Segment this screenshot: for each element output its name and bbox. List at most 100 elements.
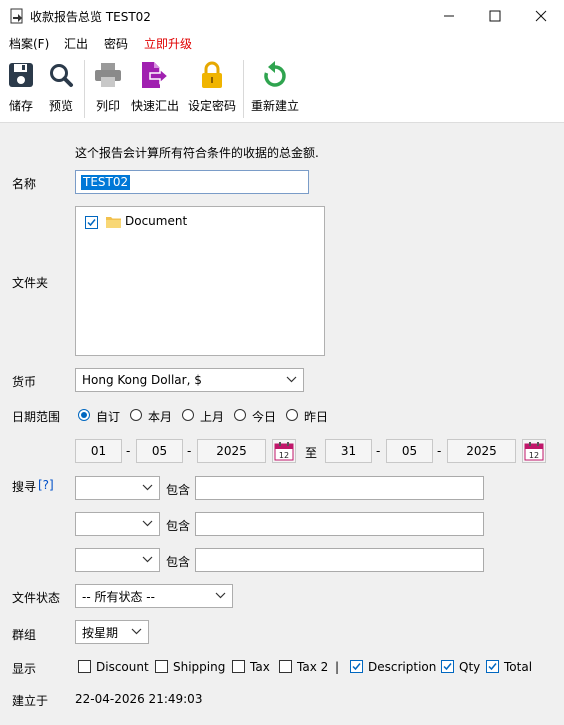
search-label: 搜寻 [12, 480, 37, 494]
to-day-input[interactable]: 31 [325, 439, 372, 463]
minimize-button[interactable] [426, 0, 472, 32]
date-separator: - [126, 444, 131, 458]
display-tax2-checkbox[interactable] [279, 660, 292, 673]
menu-password[interactable]: 密码 [104, 35, 128, 52]
date-option-this-month-label: 本月 [148, 410, 173, 424]
name-input[interactable]: TEST02 [75, 170, 309, 194]
search-field-select-3[interactable] [75, 548, 160, 572]
status-select[interactable]: -- 所有状态 -- [75, 584, 233, 608]
search-text-input-1[interactable] [195, 476, 484, 500]
display-total-checkbox[interactable] [486, 660, 499, 673]
group-select[interactable]: 按星期 [75, 620, 149, 644]
date-separator: - [376, 444, 381, 458]
preview-button[interactable]: 预览 [45, 58, 77, 114]
contains-label: 包含 [166, 519, 191, 533]
chevron-down-icon [142, 484, 153, 491]
created-label: 建立于 [12, 694, 49, 708]
menu-export[interactable]: 汇出 [64, 35, 88, 52]
date-range-label: 日期范围 [12, 410, 61, 424]
magnifier-icon [46, 58, 76, 92]
maximize-button[interactable] [472, 0, 518, 32]
status-value: -- 所有状态 -- [82, 589, 155, 604]
to-year-input[interactable]: 2025 [447, 439, 516, 463]
display-shipping-label: Shipping [173, 660, 226, 674]
group-value: 按星期 [82, 625, 119, 640]
date-option-custom-label: 自订 [96, 410, 121, 424]
name-label: 名称 [12, 177, 37, 191]
search-field-select-1[interactable] [75, 476, 160, 500]
title-bar: 收款报告总览 TEST02 [0, 0, 564, 32]
svg-text:12: 12 [529, 451, 539, 460]
from-month-input[interactable]: 05 [136, 439, 183, 463]
svg-text:12: 12 [279, 451, 289, 460]
set-password-button[interactable]: 设定密码 [186, 58, 238, 114]
display-tax-checkbox[interactable] [232, 660, 245, 673]
date-to-label: 至 [305, 446, 318, 460]
lock-icon [197, 58, 227, 92]
menu-file[interactable]: 档案(F) [9, 35, 49, 52]
quick-export-button[interactable]: 快速汇出 [129, 58, 181, 114]
group-label: 群组 [12, 628, 37, 642]
preview-label: 预览 [48, 99, 73, 113]
date-option-custom-radio[interactable] [78, 409, 90, 421]
search-text-input-3[interactable] [195, 548, 484, 572]
set-password-label: 设定密码 [187, 99, 236, 113]
from-year-input[interactable]: 2025 [197, 439, 266, 463]
display-discount-label: Discount [96, 660, 149, 674]
to-month-input[interactable]: 05 [386, 439, 433, 463]
rebuild-button[interactable]: 重新建立 [249, 58, 301, 114]
from-date-picker-button[interactable]: 12 [272, 439, 296, 463]
date-option-this-month-radio[interactable] [130, 409, 142, 421]
search-field-select-2[interactable] [75, 512, 160, 536]
print-button[interactable]: 列印 [92, 58, 124, 114]
chevron-down-icon [142, 556, 153, 563]
print-label: 列印 [95, 99, 120, 113]
menu-bar: 档案(F) 汇出 密码 立即升级 [0, 32, 564, 54]
close-button[interactable] [518, 0, 564, 32]
display-description-checkbox[interactable] [350, 660, 363, 673]
calendar-icon: 12 [524, 442, 544, 461]
date-option-yesterday-radio[interactable] [286, 409, 298, 421]
folder-checkbox[interactable] [85, 216, 98, 229]
display-total-label: Total [504, 660, 533, 674]
date-option-last-month-label: 上月 [200, 410, 225, 424]
export-icon [140, 58, 170, 92]
save-button[interactable]: 储存 [5, 58, 37, 114]
date-option-last-month-radio[interactable] [182, 409, 194, 421]
chevron-down-icon [286, 376, 297, 383]
toolbar: 储存 预览 列印 快速汇出 设定密码 重新建立 [0, 54, 564, 123]
display-qty-checkbox[interactable] [441, 660, 454, 673]
save-icon [6, 58, 36, 92]
name-input-value: TEST02 [81, 175, 131, 190]
folder-item-label: Document [125, 214, 188, 228]
contains-label: 包含 [166, 483, 191, 497]
folder-icon [106, 215, 121, 231]
display-tax-label: Tax [250, 660, 270, 674]
report-description: 这个报告会计算所有符合条件的收据的总金额. [75, 146, 319, 160]
date-separator: - [187, 444, 192, 458]
date-option-yesterday-label: 昨日 [304, 410, 329, 424]
save-label: 储存 [8, 99, 33, 113]
chevron-down-icon [142, 520, 153, 527]
display-shipping-checkbox[interactable] [155, 660, 168, 673]
created-value: 22-04-2026 21:49:03 [75, 692, 203, 706]
folder-tree[interactable]: Document [75, 206, 325, 356]
refresh-icon [260, 58, 290, 92]
chevron-down-icon [215, 592, 226, 599]
menu-upgrade[interactable]: 立即升级 [144, 35, 192, 52]
quick-export-label: 快速汇出 [130, 99, 179, 113]
folder-label: 文件夹 [12, 276, 49, 290]
search-text-input-2[interactable] [195, 512, 484, 536]
printer-icon [93, 58, 123, 92]
contains-label: 包含 [166, 555, 191, 569]
currency-select[interactable]: Hong Kong Dollar, $ [75, 368, 304, 392]
to-date-picker-button[interactable]: 12 [522, 439, 546, 463]
display-discount-checkbox[interactable] [78, 660, 91, 673]
rebuild-label: 重新建立 [250, 99, 299, 113]
calendar-icon: 12 [274, 442, 294, 461]
status-label: 文件状态 [12, 591, 61, 605]
toolbar-divider [84, 60, 85, 118]
date-option-today-radio[interactable] [234, 409, 246, 421]
from-day-input[interactable]: 01 [75, 439, 122, 463]
search-help-link[interactable]: [?] [38, 478, 54, 492]
